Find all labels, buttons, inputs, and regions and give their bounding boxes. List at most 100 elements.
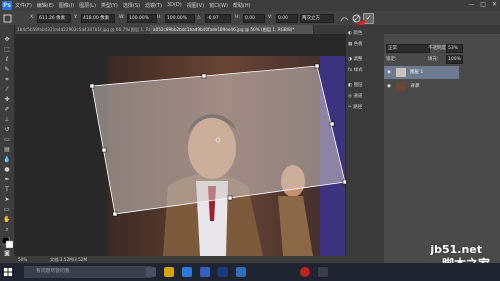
gradient-tool-icon[interactable]: ▤ — [3, 147, 11, 153]
transform-handle[interactable] — [112, 211, 118, 217]
dodge-tool-icon[interactable]: ● — [3, 167, 11, 173]
angle-icon: △ — [197, 15, 201, 20]
app-taskbar-icon[interactable] — [236, 267, 246, 277]
healing-tool-icon[interactable]: ✚ — [3, 97, 11, 103]
opacity-label: 不透明度: — [428, 46, 448, 51]
transform-handle[interactable] — [227, 195, 233, 201]
transform-handle[interactable] — [201, 73, 207, 79]
crop-tool-icon[interactable]: ⌗ — [3, 77, 11, 83]
tools-panel: ✥ ⬚ ℓ ✎ ⌗ ⁄ ✚ ✐ ⊥ ↺ ▭ ▤ 💧 ● ✒ T ➤ ▭ ✋ ⌕ … — [0, 25, 15, 263]
menu-layer[interactable]: 图层(L) — [79, 2, 96, 9]
history-brush-tool-icon[interactable]: ↺ — [3, 127, 11, 133]
layers-panel-header — [384, 25, 500, 34]
transform-bounding-box[interactable] — [15, 34, 346, 256]
blend-mode-select[interactable]: 正常 — [386, 44, 430, 53]
menu-view[interactable]: 视图(V) — [187, 2, 204, 9]
menu-edit[interactable]: 编辑(E) — [37, 2, 54, 9]
marquee-tool-icon[interactable]: ⬚ — [3, 47, 11, 53]
windows-start-icon[interactable] — [4, 268, 12, 276]
windows-taskbar: 有问题尽管问我 — [0, 263, 500, 281]
tab-document-2[interactable]: a052c89bb2bdc1bad9b40fade189ee46.jpg @ 5… — [150, 25, 314, 34]
visibility-eye-icon[interactable]: ◉ — [387, 80, 391, 93]
zoom-level[interactable]: 50% — [18, 256, 27, 263]
zoom-tool-icon[interactable]: ⌕ — [3, 227, 11, 233]
layer-name: 图层 1 — [410, 70, 424, 75]
layer-row-1[interactable]: ◉ 图层 1 — [384, 66, 459, 79]
tab-document-1[interactable]: 1b4c5b58fab4321a4d22902c5a4387b1f.jpg @ … — [14, 25, 153, 34]
layer-name: 背景 — [410, 84, 419, 89]
task-view-icon[interactable] — [146, 267, 156, 277]
path-select-tool-icon[interactable]: ➤ — [3, 197, 11, 203]
h-label: H: — [157, 15, 162, 20]
quick-select-tool-icon[interactable]: ✎ — [3, 67, 11, 73]
tray-app-icon[interactable] — [300, 267, 310, 277]
minimize-button[interactable]: — — [468, 1, 474, 8]
photoshop-taskbar-icon[interactable] — [218, 267, 228, 277]
channels-panel-button[interactable]: ◎ 通道 — [348, 92, 382, 102]
v-skew-input[interactable]: 0.00 — [276, 14, 298, 23]
transform-handle[interactable] — [89, 83, 95, 89]
status-bar: 50% 文档:3.52M/3.52M — [0, 256, 346, 263]
layers-panel-button[interactable]: ◧ 图层 — [348, 81, 382, 91]
menu-select[interactable]: 选择(S) — [123, 2, 140, 9]
document-tabs: 1b4c5b58fab4321a4d22902c5a4387b1f.jpg @ … — [14, 25, 346, 34]
paths-panel-button[interactable]: ✑ 路径 — [348, 103, 382, 113]
layer-thumbnail — [396, 82, 406, 91]
menu-image[interactable]: 图像(I) — [59, 2, 74, 9]
tray-network-icon[interactable] — [318, 267, 328, 277]
transform-handle[interactable] — [329, 121, 335, 127]
transform-handle[interactable] — [314, 63, 320, 69]
close-button[interactable]: ✕ — [492, 1, 497, 8]
taskbar-search-box[interactable]: 有问题尽管问我 — [24, 266, 151, 278]
color-swatches-icon[interactable] — [2, 237, 13, 248]
opacity-input[interactable]: 53% — [446, 44, 463, 53]
h-skew-input[interactable]: 0.00 — [243, 14, 265, 23]
adjustments-panel-button[interactable]: ◑ 调整 — [348, 55, 382, 65]
y-label: Y: — [74, 15, 78, 20]
type-tool-icon[interactable]: T — [3, 187, 11, 193]
lasso-tool-icon[interactable]: ℓ — [3, 57, 11, 63]
shape-tool-icon[interactable]: ▭ — [3, 207, 11, 213]
transform-handle[interactable] — [101, 147, 107, 153]
transform-tool-icon — [3, 14, 12, 23]
x-input[interactable]: 611.26 像素 — [37, 14, 71, 23]
color-panel-button[interactable]: ◐ 颜色 — [348, 29, 382, 39]
file-explorer-icon[interactable] — [164, 267, 174, 277]
swatches-panel-button[interactable]: ▦ 色板 — [348, 40, 382, 50]
brush-tool-icon[interactable]: ✐ — [3, 107, 11, 113]
menu-help[interactable]: 帮助(H) — [233, 2, 251, 9]
document-canvas[interactable] — [15, 34, 346, 256]
edge-browser-icon[interactable] — [182, 267, 192, 277]
x-label: X: — [30, 15, 35, 20]
eraser-tool-icon[interactable]: ▭ — [3, 137, 11, 143]
menu-3d[interactable]: 3D(D) — [167, 2, 182, 9]
maximize-button[interactable]: □ — [480, 1, 486, 8]
menu-file[interactable]: 文件(F) — [15, 2, 32, 9]
fill-input[interactable]: 100% — [446, 55, 463, 64]
panel-icon-strip: ◐ 颜色 ▦ 色板 ◑ 调整 fx 样式 ◧ 图层 ◎ 通道 ✑ 路径 — [346, 25, 384, 263]
stamp-tool-icon[interactable]: ⊥ — [3, 117, 11, 123]
hand-tool-icon[interactable]: ✋ — [3, 217, 11, 223]
move-tool-icon[interactable]: ✥ — [3, 37, 11, 43]
menu-window[interactable]: 窗口(W) — [209, 2, 228, 9]
h-input[interactable]: 100.00% — [165, 14, 195, 23]
layers-panel: 正常 不透明度: 53% 锁定: 填充: 100% ◉ 图层 1 ◉ 背景 — [384, 25, 500, 263]
w-input[interactable]: 100.00% — [127, 14, 157, 23]
pen-tool-icon[interactable]: ✒ — [3, 177, 11, 183]
y-input[interactable]: 418.00 像素 — [81, 14, 115, 23]
menu-filter[interactable]: 滤镜(T) — [145, 2, 162, 9]
layer-row-2[interactable]: ◉ 背景 — [384, 80, 459, 93]
options-bar: X: 611.26 像素 Y: 418.00 像素 W: 100.00% H: … — [0, 11, 500, 26]
interpolation-select[interactable]: 两次立方 — [300, 14, 334, 23]
blur-tool-icon[interactable]: 💧 — [3, 157, 11, 163]
eyedropper-tool-icon[interactable]: ⁄ — [3, 87, 11, 93]
lock-label: 锁定: — [386, 57, 397, 62]
styles-panel-button[interactable]: fx 样式 — [348, 66, 382, 76]
w-label: W: — [119, 15, 125, 20]
visibility-eye-icon[interactable]: ◉ — [387, 66, 391, 79]
menu-type[interactable]: 类型(Y) — [101, 2, 118, 9]
store-icon[interactable] — [200, 267, 210, 277]
window-controls: — □ ✕ — [468, 1, 497, 8]
fill-label: 填充: — [428, 57, 439, 62]
angle-input[interactable]: -6.97 — [205, 14, 231, 23]
